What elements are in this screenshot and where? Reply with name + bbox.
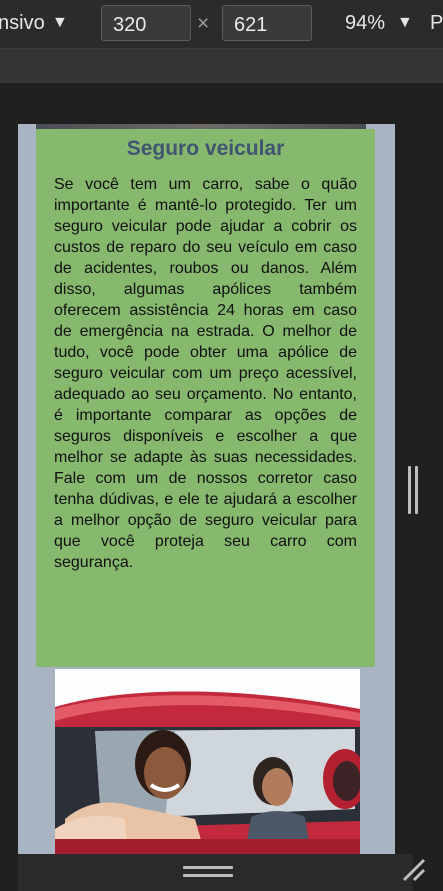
width-input[interactable] [101, 5, 191, 41]
zoom-caret-down-icon[interactable]: ▼ [397, 14, 413, 32]
zoom-select[interactable]: 94% [345, 12, 385, 35]
vertical-resize-grip[interactable] [408, 466, 418, 514]
device-select[interactable]: nsivo [0, 12, 45, 35]
resize-handle-icon[interactable] [400, 856, 428, 884]
toolbar-overflow-label[interactable]: P [430, 12, 443, 35]
article-body: Se você tem um carro, sabe o quão import… [54, 176, 357, 571]
devtools-subbar [0, 49, 443, 83]
article-card: Seguro veicular Se você tem um carro, sa… [36, 129, 375, 667]
devtools-toolbar: nsivo ▼ × 94% ▼ P [0, 0, 443, 49]
horizontal-resize-grip[interactable] [183, 866, 233, 878]
caret-down-icon[interactable]: ▼ [52, 14, 68, 32]
article-title: Seguro veicular [126, 137, 285, 160]
car-photo [55, 669, 360, 854]
height-input[interactable] [222, 5, 312, 41]
people-in-car-illustration [55, 669, 360, 854]
times-icon: × [197, 12, 210, 35]
emulated-page: Seguro veicular Se você tem um carro, sa… [18, 124, 395, 854]
